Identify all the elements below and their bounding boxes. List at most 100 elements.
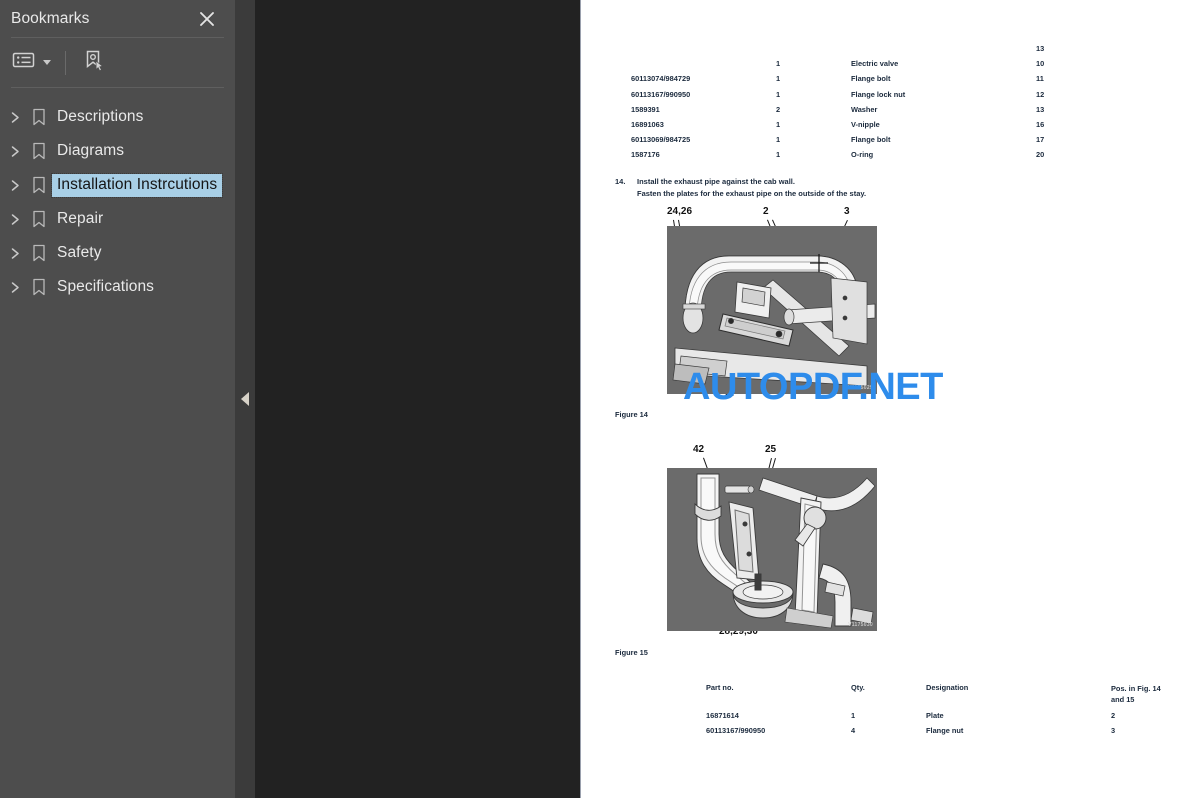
table-header-row: Part no. Qty. Designation Pos. in Fig. 14 an…	[706, 684, 1176, 712]
figure-14-callout-24-26: 24,26	[667, 206, 693, 217]
cell-designation: Flange lock nut	[851, 89, 906, 99]
table-row: 1587176 1 O-ring 20	[631, 151, 1101, 166]
bookmark-icon	[26, 244, 52, 262]
sidebar-item-specifications[interactable]: Specifications	[0, 270, 235, 304]
list-options-icon	[11, 50, 37, 75]
bookmark-options-button[interactable]	[9, 47, 53, 78]
cell-designation: Flange bolt	[851, 74, 891, 84]
column-header-part-no: Part no.	[706, 683, 734, 692]
sidebar-item-label: Repair	[57, 209, 104, 227]
sidebar-item-label: Safety	[57, 243, 102, 261]
table-row: 60113167/990950 1 Flange lock nut 12	[631, 89, 1101, 106]
chevron-down-icon	[43, 60, 51, 65]
column-header-position: Pos. in Fig. 14 and 15	[1111, 684, 1161, 705]
pdf-viewer-area[interactable]: 13 1 Electric valve 10 60113074/984729 1 Flang…	[255, 0, 1200, 798]
chevron-right-icon[interactable]	[4, 168, 26, 202]
cell-qty: 1	[776, 135, 781, 145]
sidebar-item-label: Diagrams	[57, 141, 125, 159]
panel-divider	[235, 0, 255, 798]
cell-designation: Flange nut	[926, 726, 964, 736]
table-row: 60113069/984725 1 Flange bolt 17	[631, 136, 1101, 151]
column-header-designation: Designation	[926, 683, 969, 692]
cell-qty: 2	[776, 104, 781, 114]
cell-designation: V-nipple	[851, 119, 880, 129]
figure-15-image-id: V1175030	[848, 622, 873, 628]
column-header-qty: Qty.	[851, 683, 865, 692]
figure-15-image: V1175030	[667, 468, 877, 631]
cell-position: 2	[1111, 711, 1116, 720]
close-icon[interactable]	[196, 8, 218, 30]
table-row: 16871614 1 Plate 2	[706, 712, 1176, 727]
chevron-right-icon[interactable]	[4, 134, 26, 168]
bookmarks-panel: Bookmarks Descriptions Diagrams Installa…	[0, 0, 235, 798]
sidebar-item-diagrams[interactable]: Diagrams	[0, 134, 235, 168]
bookmark-icon	[26, 176, 52, 194]
chevron-right-icon[interactable]	[4, 270, 26, 304]
toolbar-separator	[65, 50, 66, 75]
step-line-1: Install the exhaust pipe against the cab…	[637, 177, 795, 186]
figure-15-callout-42: 42	[693, 444, 705, 455]
step-instruction: 14. Install the exhaust pipe against the…	[615, 176, 1035, 199]
sidebar-item-safety[interactable]: Safety	[0, 236, 235, 270]
figure-15-illustration	[667, 468, 877, 631]
bookmarks-panel-header: Bookmarks	[0, 0, 235, 37]
cell-position: 11	[1036, 74, 1044, 84]
parts-table-bottom: Part no. Qty. Designation Pos. in Fig. 14 an…	[706, 684, 1176, 742]
bookmarks-toolbar	[0, 38, 235, 87]
bookmark-icon	[26, 278, 52, 296]
cell-part-no: 16891063	[631, 119, 664, 129]
sidebar-item-descriptions[interactable]: Descriptions	[0, 100, 235, 134]
table-row: 13	[631, 45, 1101, 60]
cell-position: 17	[1036, 135, 1045, 145]
table-row: 1 Electric valve 10	[631, 60, 1101, 75]
bookmark-icon	[26, 210, 52, 228]
watermark: AUTOPDF.NET	[683, 366, 943, 408]
cell-position: 20	[1036, 150, 1045, 160]
figure-15: 42 25 28,29,30 V1175030 Figure 15	[615, 440, 877, 657]
bookmark-icon	[26, 142, 52, 160]
cell-position: 12	[1036, 89, 1045, 99]
sidebar-item-label: Descriptions	[57, 107, 144, 125]
bookmark-tree: Descriptions Diagrams Installation Instrcu…	[0, 88, 235, 304]
sidebar-item-installation-instrcutions[interactable]: Installation Instrcutions	[0, 168, 235, 202]
cell-part-no: 60113069/984725	[631, 135, 691, 145]
cell-designation: Electric valve	[851, 59, 899, 69]
table-row: 16891063 1 V-nipple 16	[631, 121, 1101, 136]
cell-position: 13	[1036, 104, 1045, 114]
triangle-left-icon	[241, 392, 249, 406]
cell-qty: 1	[776, 89, 781, 99]
cell-designation: O-ring	[851, 150, 874, 160]
sidebar-item-label: Specifications	[57, 277, 155, 295]
cell-qty: 1	[776, 59, 781, 69]
bookmark-cursor-icon	[82, 48, 106, 77]
cell-part-no: 16871614	[706, 711, 739, 720]
sidebar-item-label: Installation Instrcutions	[50, 172, 224, 198]
cell-qty: 1	[776, 74, 781, 84]
cell-position: 13	[1036, 44, 1045, 53]
figure-14-callout-3: 3	[844, 206, 850, 217]
parts-table-top: 13 1 Electric valve 10 60113074/984729 1 Flang…	[631, 45, 1101, 167]
figure-14: 24,26 2 3 27	[615, 206, 877, 419]
cell-qty: 4	[851, 726, 856, 736]
cell-designation: Plate	[926, 711, 944, 720]
chevron-right-icon[interactable]	[4, 202, 26, 236]
cell-designation: Flange bolt	[851, 135, 891, 145]
cell-position: 16	[1036, 119, 1045, 129]
cell-part-no: 1587176	[631, 150, 660, 160]
cell-qty: 1	[776, 119, 781, 129]
sidebar-item-repair[interactable]: Repair	[0, 202, 235, 236]
collapse-sidebar-handle[interactable]	[235, 0, 255, 798]
cell-qty: 1	[776, 150, 781, 160]
chevron-right-icon[interactable]	[4, 100, 26, 134]
figure-15-caption: Figure 15	[615, 648, 648, 657]
column-header-position-line2: and 15	[1111, 694, 1135, 704]
cell-part-no: 1589391	[631, 104, 660, 114]
cell-designation: Washer	[851, 104, 878, 114]
figure-14-caption: Figure 14	[615, 410, 648, 419]
cell-part-no: 60113074/984729	[631, 74, 691, 84]
bookmarks-title: Bookmarks	[11, 9, 90, 27]
step-line-2: Fasten the plates for the exhaust pipe o…	[637, 188, 867, 198]
chevron-right-icon[interactable]	[4, 236, 26, 270]
cell-qty: 1	[851, 711, 856, 720]
new-bookmark-button[interactable]	[80, 45, 108, 80]
